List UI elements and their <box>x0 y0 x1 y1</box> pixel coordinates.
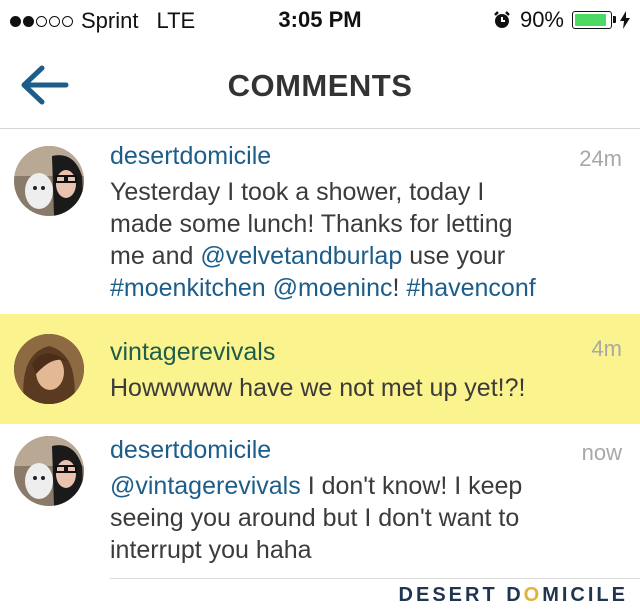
comment-username[interactable]: desertdomicile <box>110 436 271 465</box>
comment-timestamp: 24m <box>579 146 622 171</box>
comment-text: @vintagerevivals I don't know! I keep se… <box>110 470 620 566</box>
logo-text: MICILE <box>542 584 628 606</box>
logo-o: O <box>523 584 543 606</box>
avatar[interactable] <box>14 436 84 506</box>
comment-item: desertdomicile 24m Yesterday I took a sh… <box>0 130 640 310</box>
logo-text: DESERT D <box>398 584 524 606</box>
comment-line: seeing you around but I don't want to <box>110 504 520 532</box>
avatar[interactable] <box>14 146 84 216</box>
alarm-icon <box>494 11 510 28</box>
comment-timestamp: 4m <box>591 336 622 361</box>
comment-text-segment: ! <box>392 274 407 302</box>
mention-link[interactable]: @velvetandburlap <box>200 242 402 270</box>
avatar[interactable] <box>14 334 84 404</box>
comment-text-segment: use your <box>402 242 506 270</box>
comment-text-segment <box>266 274 273 302</box>
avatar-image <box>14 436 84 506</box>
hashtag-link[interactable]: #moenkitchen <box>110 274 266 302</box>
comment-username[interactable]: vintagerevivals <box>110 338 275 367</box>
comment-line: made some lunch! Thanks for letting <box>110 210 513 238</box>
comment-text: Howwwww have we not met up yet!?! <box>110 374 526 402</box>
avatar-image <box>14 146 84 216</box>
battery-percent: 90% <box>519 7 564 32</box>
comment-line: Yesterday I took a shower, today I <box>110 178 485 206</box>
hashtag-link[interactable]: #havenconf <box>406 274 535 302</box>
battery-icon <box>572 11 616 29</box>
battery-fill <box>575 14 606 26</box>
comment-text: Yesterday I took a shower, today I made … <box>110 176 620 304</box>
comment-text-segment: I don't know! I keep <box>300 472 523 500</box>
status-right: 90% <box>492 7 630 33</box>
mention-link[interactable]: @vintagerevivals <box>110 472 301 500</box>
mention-link[interactable]: @moeninc <box>273 274 393 302</box>
charging-bolt-icon <box>620 11 630 29</box>
comment-item: desertdomicile now @vintagerevivals I do… <box>0 424 640 580</box>
nav-bar: COMMENTS <box>0 44 640 129</box>
divider <box>110 578 640 579</box>
page-title: COMMENTS <box>227 68 413 103</box>
comment-username[interactable]: desertdomicile <box>110 142 271 171</box>
watermark-logo: DESERT DOMICILE <box>399 584 628 607</box>
status-bar: Sprint LTE 3:05 PM 90% <box>0 0 640 40</box>
comment-text-segment: me and <box>110 242 201 270</box>
comment-item-highlighted: vintagerevivals 4m Howwwww have we not m… <box>0 314 640 424</box>
avatar-image <box>14 334 84 404</box>
comment-line: me and @velvetandburlap use your <box>110 240 620 272</box>
comment-line: #moenkitchen @moeninc! #havenconf <box>110 272 620 304</box>
comment-line: @vintagerevivals I don't know! I keep <box>110 470 620 502</box>
comment-line: interrupt you haha <box>110 536 312 564</box>
comment-timestamp: now <box>581 440 622 465</box>
